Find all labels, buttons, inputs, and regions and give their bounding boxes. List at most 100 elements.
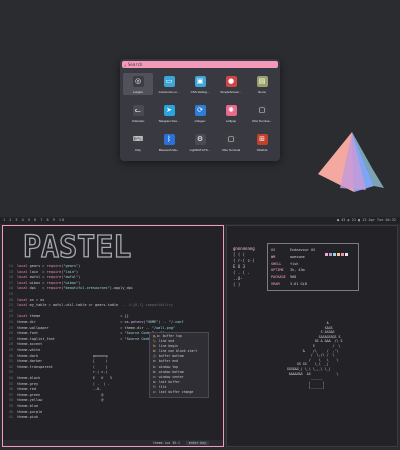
app-label: Xfce Termina... <box>252 119 272 123</box>
refind-icon: ⊞ <box>256 134 268 145</box>
file-manager-icon: ▤ <box>256 76 268 87</box>
code-line[interactable]: theme.purple <box>17 410 42 415</box>
color-swatch <box>333 253 336 256</box>
app-label: LightDM GTK... <box>189 148 211 152</box>
code-line[interactable]: theme.dark gnnnnng <box>17 354 108 359</box>
code-line[interactable]: theme.font = "Source Code Pro 9" <box>17 331 165 336</box>
line-number: 25 <box>8 325 13 330</box>
key-action: line end <box>158 339 175 344</box>
code-line[interactable]: theme.green @ <box>17 393 103 398</box>
app-item[interactable]: ▣ CSS Setting... <box>185 73 215 95</box>
app-item[interactable]: ▢ Xfce Termina... <box>247 102 277 124</box>
terminal-icon: ▢ <box>225 134 237 145</box>
app-item[interactable]: ᓚ Unknown <box>123 102 153 124</box>
code-line[interactable]: local os = os <box>17 298 44 303</box>
app-item[interactable]: ● SimpleScreen... <box>216 73 246 95</box>
code-line[interactable]: theme.wallpaper = theme.dir .. "/wall.pn… <box>17 326 175 331</box>
code-line[interactable]: theme.black E U 3 <box>17 376 112 381</box>
svg-text:( . ( .: ( . ( . <box>233 270 250 275</box>
editor-terminal[interactable]: PASTEL 14 local gears = require("gears") 1… <box>2 225 224 447</box>
line-number: 24 <box>8 320 13 324</box>
app-item[interactable]: ⟳ Liftogen <box>185 102 215 124</box>
system-info-row: UPTIME 3h, 43m <box>271 268 305 273</box>
code-line[interactable]: local lain = require("lain") <box>17 270 78 275</box>
code-line[interactable]: local wibox = require("wibox") <box>17 281 80 286</box>
app-item[interactable]: ⊞ XRefind <box>247 131 277 153</box>
code-line[interactable]: theme.pink <box>17 415 38 420</box>
app-launcher: ⌕ Search ◎ Lutgaru ▭ Customize Lo... ▣ CSS Se… <box>120 59 280 161</box>
key-action: file <box>158 384 167 389</box>
app-label: Liftogen <box>194 119 206 123</box>
svg-text:..O-: ..O- <box>233 276 243 281</box>
code-line[interactable]: theme.accent <box>17 342 42 347</box>
code-line[interactable]: theme.darker [ ( <box>17 359 108 364</box>
line-number: 31 <box>8 359 13 364</box>
key-action: buffer top <box>162 334 182 338</box>
settings-icon: ⚙ <box>194 134 206 145</box>
desktop: ⌕ Search ◎ Lutgaru ▭ Customize Lo... ▣ CSS Se… <box>0 0 400 220</box>
code-line[interactable]: theme.taglist_font = "Source Code Pro 9" <box>17 337 165 342</box>
app-label: Nemo <box>257 90 266 94</box>
search-input[interactable]: ⌕ Search <box>122 61 278 68</box>
app-item[interactable]: ▭ Customize Lo... <box>154 73 184 95</box>
code-line[interactable]: local awful = require("awful") <box>17 275 80 280</box>
line-number: 18 <box>8 286 13 291</box>
app-label: Kitty <box>135 148 141 152</box>
code-line[interactable]: theme.white <box>17 348 40 353</box>
editor-statusline: theme.lua 36:1 enter key <box>3 440 223 446</box>
line-number: 32 <box>8 364 13 369</box>
system-info-row: SHELL fish <box>271 261 299 266</box>
app-label: Bluetooth Ma... <box>158 148 180 152</box>
code-line[interactable]: theme.yellow @ <box>17 398 103 403</box>
sync-icon: ⟳ <box>194 105 206 116</box>
line-number: 38 <box>8 398 13 403</box>
code-line[interactable]: local theme = {} <box>17 314 129 319</box>
app-item[interactable]: ▢ Xfce Terminal <box>216 131 246 153</box>
line-number: 39 <box>8 404 13 408</box>
key-action: window top <box>158 364 178 369</box>
search-icon: ⌕ <box>124 63 127 68</box>
keybinding-popup: g,o: buffer top \: line end h: line begin b… <box>149 332 209 398</box>
svg-text:E U 3: E U 3 <box>233 264 246 269</box>
telegram-icon: ➤ <box>163 105 175 116</box>
code-line[interactable]: theme.blue <box>17 404 38 409</box>
app-label: Xfce Terminal <box>221 148 241 152</box>
code-line[interactable]: theme.transparent ( | <box>17 365 108 370</box>
status-area: ● 43 ◐ 21 ▣ 13 Apr Tue 04:32 <box>336 218 396 222</box>
line-number: 28 <box>8 342 13 347</box>
app-item[interactable]: ⚙ LightDM GTK... <box>185 131 215 153</box>
code-line[interactable]: local my_table = awful.util.table or gea… <box>17 303 173 308</box>
code-line[interactable]: theme.red ..O- <box>17 387 101 392</box>
color-swatch <box>325 253 328 256</box>
key-action: window center <box>158 374 184 379</box>
app-item[interactable]: ✺ Lollipop <box>216 102 246 124</box>
code-line[interactable]: r-( c-( <box>17 370 108 375</box>
key-action: line non blank start <box>158 349 198 354</box>
app-item[interactable]: ▤ Nemo <box>247 73 277 95</box>
app-label: CSS Setting... <box>190 90 210 94</box>
app-label: Unknown <box>131 119 145 123</box>
line-number: 37 <box>8 392 13 397</box>
app-item[interactable]: ᛒ Bluetooth Ma... <box>154 131 184 153</box>
line-number: 19 <box>8 292 13 296</box>
tag-list[interactable]: 1 2 3 4 5 6 7 8 9 10 <box>3 217 65 224</box>
fetch-terminal[interactable]: gnnnnnnng [ ( ( ( r-( c-( E U 3 ( . ( . … <box>226 225 398 447</box>
record-icon: ● <box>225 76 237 87</box>
line-number: 34 <box>8 376 13 380</box>
code-line[interactable]: theme.grey ( . ( . <box>17 382 110 387</box>
folder-icon: ▭ <box>163 76 175 87</box>
code-line[interactable]: local gears = require("gears") <box>17 264 80 269</box>
line-number: 35 <box>8 381 13 386</box>
app-item[interactable]: ➤ Telegram Des... <box>154 102 184 124</box>
system-info-row: OS Endeavour OS <box>271 248 316 252</box>
key-action: last buffer <box>158 379 180 384</box>
pastel-logo: PASTEL <box>23 230 132 262</box>
code-line[interactable]: theme.dir = os.getenv("HOME") .. "/.conf <box>17 320 184 325</box>
app-label: Lutgaru <box>132 90 144 94</box>
app-item[interactable]: ⌨ Kitty <box>123 131 153 153</box>
camera-lens-icon: ◎ <box>132 76 144 87</box>
line-number: 23 <box>8 314 13 319</box>
code-line[interactable]: local dpi = require("beautiful.xresource… <box>17 286 133 291</box>
app-item[interactable]: ◎ Lutgaru <box>123 73 153 95</box>
key-action: line begin <box>158 344 178 349</box>
